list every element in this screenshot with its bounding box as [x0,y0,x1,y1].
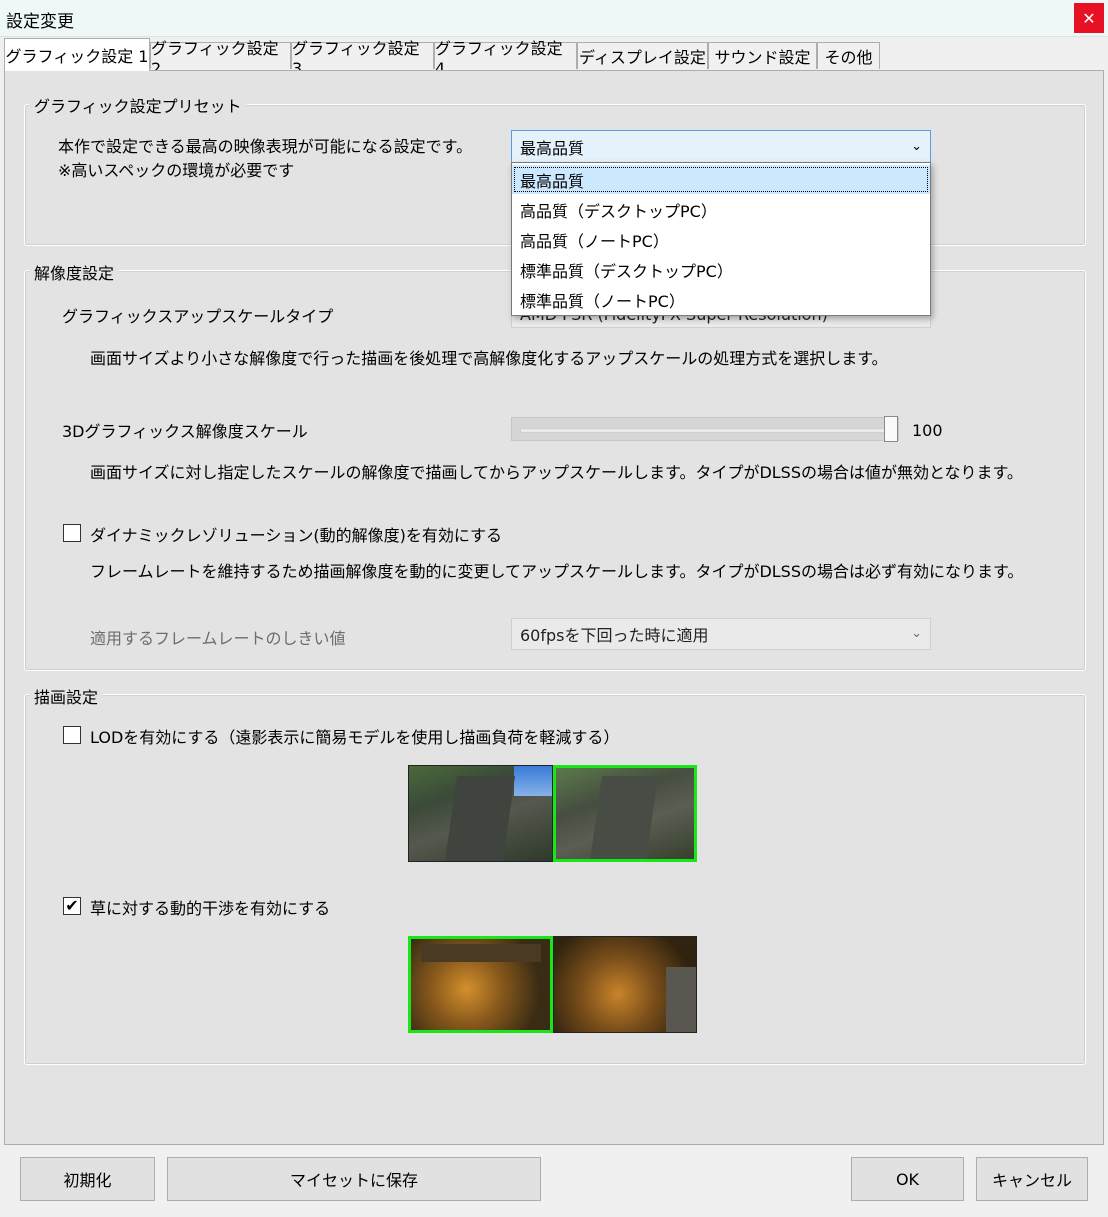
framerate-threshold-select[interactable]: 60fpsを下回った時に適用 ⌄ [511,618,931,650]
preset-option-highest[interactable]: 最高品質 [512,165,930,194]
tab-label: ディスプレイ設定 [579,48,706,67]
tab-display[interactable]: ディスプレイ設定 [577,42,708,69]
resolution-scale-description: 画面サイズに対し指定したスケールの解像度で描画してからアップスケールします。タイ… [90,463,1023,482]
grass-interaction-checkbox[interactable]: ✔ [63,897,81,915]
preset-description: 本作で設定できる最高の映像表現が可能になる設定です。 [58,137,473,156]
slider-line [520,428,892,433]
save-myset-button[interactable]: マイセットに保存 [167,1157,541,1201]
resolution-scale-slider[interactable] [511,417,899,441]
lod-label[interactable]: LODを有効にする（遠影表示に簡易モデルを使用し描画負荷を軽減する） [90,724,619,748]
tab-label: サウンド設定 [714,48,811,67]
preset-option-high-desktop[interactable]: 高品質（デスクトップPC） [512,195,930,224]
dynamic-resolution-description: フレームレートを維持するため描画解像度を動的に変更してアップスケールします。タイ… [90,562,1024,581]
checkmark-icon: ✔ [65,896,79,915]
preset-group-title: グラフィック設定プリセット [29,93,247,117]
preset-dropdown-list: 最高品質 高品質（デスクトップPC） 高品質（ノートPC） 標準品質（デスクトッ… [511,162,931,316]
tab-label: グラフィック設定 1 [5,47,149,66]
resolution-scale-value: 100 [912,421,943,440]
tab-sound[interactable]: サウンド設定 [708,42,817,69]
close-button[interactable]: ✕ [1074,3,1104,33]
resolution-scale-slider-thumb[interactable] [884,416,898,442]
reset-button[interactable]: 初期化 [20,1157,155,1201]
close-icon: ✕ [1082,8,1096,28]
ok-button[interactable]: OK [851,1157,964,1201]
tab-other[interactable]: その他 [817,42,880,69]
grass-off-preview-image [553,936,697,1033]
preset-option-high-laptop[interactable]: 高品質（ノートPC） [512,225,930,254]
preset-option-standard-laptop[interactable]: 標準品質（ノートPC） [512,285,930,314]
preset-selected-value: 最高品質 [520,138,585,158]
preset-select[interactable]: 最高品質 ⌄ [511,130,931,163]
chevron-down-icon: ⌄ [911,625,922,641]
cancel-button[interactable]: キャンセル [976,1157,1088,1201]
render-group-title: 描画設定 [29,684,104,708]
tab-graphics-4[interactable]: グラフィック設定 4 [434,39,577,78]
tab-graphics-3[interactable]: グラフィック設定 3 [291,39,434,78]
title-bar [0,0,1108,37]
upscale-type-label: グラフィックスアップスケールタイプ [62,307,334,326]
tab-label: その他 [824,48,873,67]
lod-checkbox[interactable] [63,726,81,744]
resolution-group-title: 解像度設定 [29,260,120,284]
save-myset-button-label: マイセットに保存 [289,1171,418,1190]
preset-option-standard-desktop[interactable]: 標準品質（デスクトップPC） [512,255,930,284]
dynamic-resolution-checkbox[interactable] [63,524,81,542]
ok-button-label: OK [895,1169,920,1189]
framerate-threshold-label: 適用するフレームレートのしきい値 [90,629,346,648]
tab-graphics-1[interactable]: グラフィック設定 1 [4,38,150,71]
framerate-threshold-value: 60fpsを下回った時に適用 [520,626,709,645]
grass-on-preview-image [408,936,553,1033]
cancel-button-label: キャンセル [991,1171,1072,1190]
upscale-type-description: 画面サイズより小さな解像度で行った描画を後処理で高解像度化するアップスケールの処… [90,349,888,368]
preset-requirement-note: ※高いスペックの環境が必要です [58,161,295,180]
lod-off-preview-image [408,765,553,862]
dynamic-resolution-label[interactable]: ダイナミックレゾリューション(動的解像度)を有効にする [90,522,502,546]
window-title: 設定変更 [6,12,74,32]
grass-interaction-label[interactable]: 草に対する動的干渉を有効にする [90,895,330,919]
reset-button-label: 初期化 [63,1171,112,1190]
resolution-scale-label: 3Dグラフィックス解像度スケール [62,422,308,441]
chevron-down-icon: ⌄ [911,138,922,154]
lod-on-preview-image [553,765,697,862]
tab-graphics-2[interactable]: グラフィック設定 2 [150,39,291,78]
